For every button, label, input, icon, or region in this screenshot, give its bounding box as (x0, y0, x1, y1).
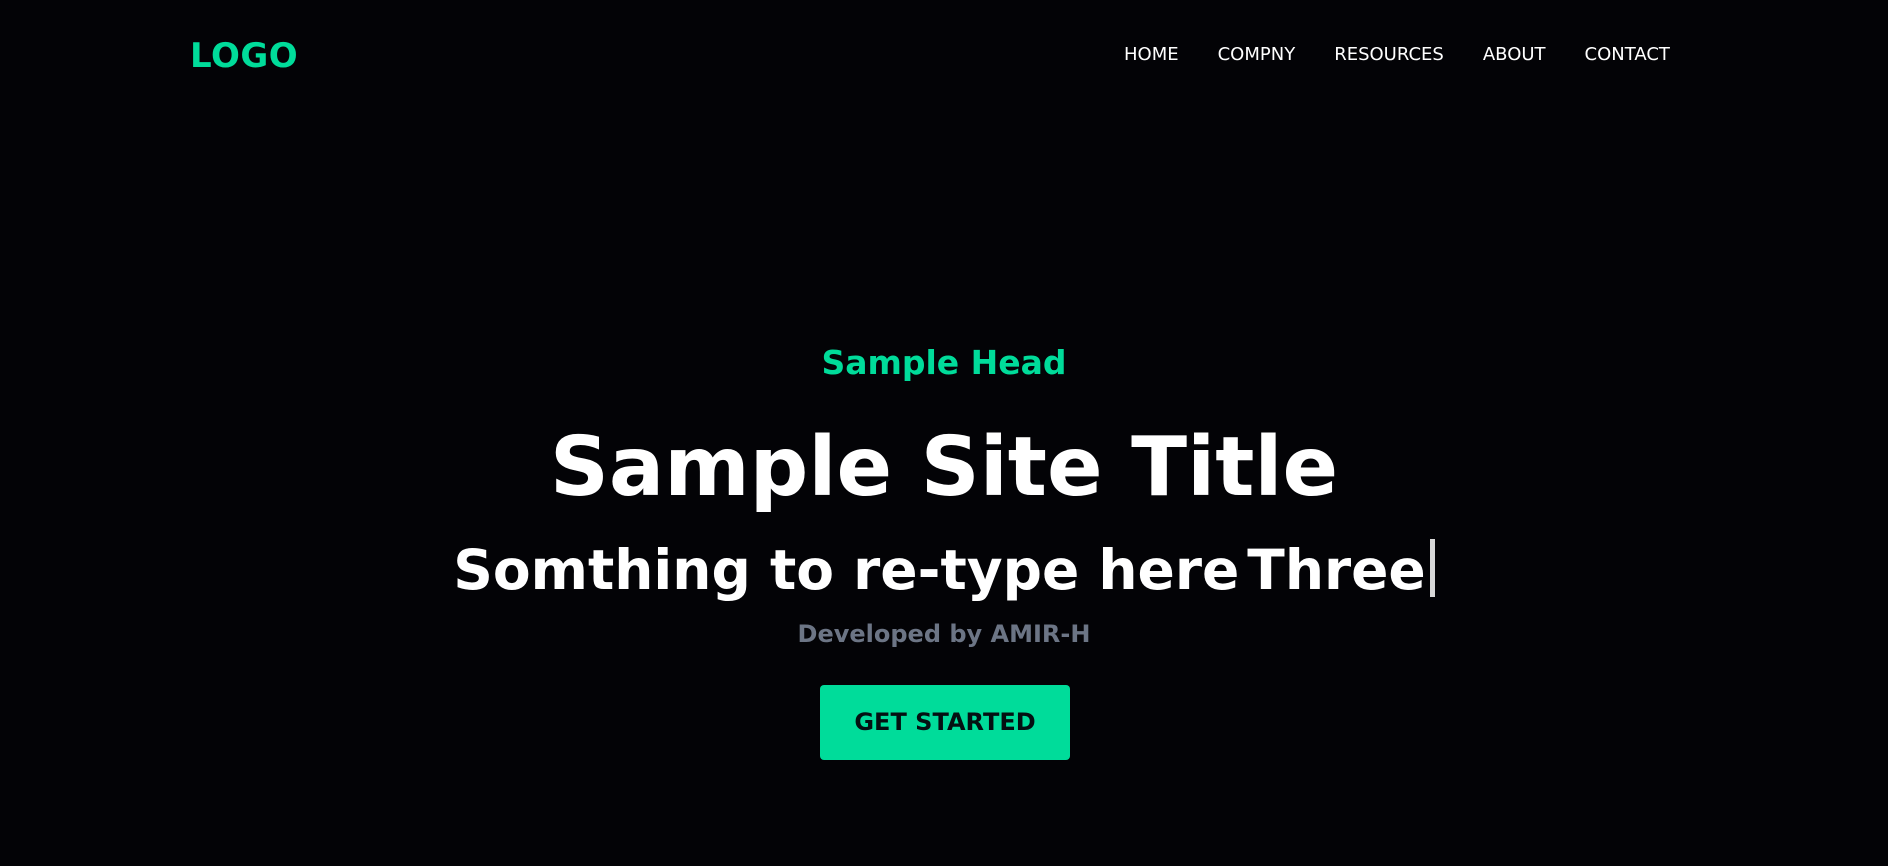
typed-word: Three (1247, 538, 1426, 602)
typing-cursor (1429, 539, 1435, 597)
get-started-button[interactable]: GET STARTED (820, 685, 1070, 760)
typed-line: Somthing to re-type here Three (0, 535, 1888, 605)
page: LOGO HOME COMPNY RESOURCES ABOUT CONTACT… (0, 0, 1888, 866)
hero-head: Sample Head (821, 343, 1067, 382)
typed-prefix: Somthing to re-type here (453, 538, 1240, 602)
developer-credit: Developed by AMIR-H (797, 620, 1091, 648)
hero-title: Sample Site Title (549, 420, 1339, 515)
hero-section: Sample Head Sample Site Title Somthing t… (0, 0, 1888, 866)
